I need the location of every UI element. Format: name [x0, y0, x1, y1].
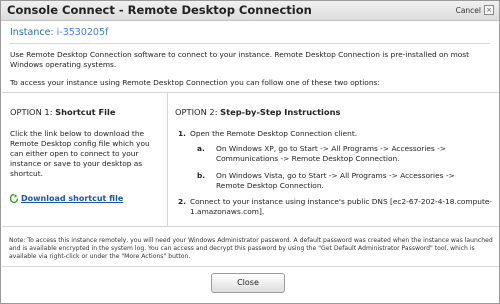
option2-heading: OPTION 2: Step-by-Step Instructions: [175, 107, 340, 117]
footer-divider: [2, 266, 499, 267]
option2-title: Step-by-Step Instructions: [220, 107, 341, 117]
download-shortcut-link[interactable]: Download shortcut file: [10, 194, 123, 203]
intro-paragraph: Use Remote Desktop Connection software t…: [10, 50, 470, 69]
option1-heading: OPTION 1: Shortcut File: [10, 107, 115, 117]
instance-heading: Instance: i-3530205f: [10, 27, 108, 38]
substep-letter: a.: [197, 144, 205, 153]
divider: [10, 43, 490, 44]
substep-text: On Windows XP, go to Start -> All Progra…: [216, 144, 446, 163]
step-number: 1.: [178, 129, 186, 138]
step-number: 2.: [178, 197, 186, 206]
intro-options-paragraph: To access your instance using Remote Des…: [10, 78, 380, 87]
option2-prefix: OPTION 2:: [175, 107, 218, 117]
step-text: Open the Remote Desktop Connection clien…: [190, 129, 358, 138]
instance-label: Instance:: [10, 27, 54, 38]
options-panel: OPTION 1: Shortcut File Click the link b…: [2, 92, 499, 227]
cancel-label: Cancel: [455, 5, 481, 15]
option1-title: Shortcut File: [55, 107, 116, 117]
dialog-titlebar: Console Connect - Remote Desktop Connect…: [1, 1, 499, 21]
column-divider: [167, 93, 168, 226]
dialog-title: Console Connect - Remote Desktop Connect…: [7, 3, 312, 17]
download-shortcut-label[interactable]: Download shortcut file: [21, 194, 123, 203]
close-button[interactable]: Close: [211, 273, 285, 293]
option1-description: Click the link below to download the Rem…: [10, 129, 150, 178]
substep-letter: b.: [197, 171, 206, 180]
option1-prefix: OPTION 1:: [10, 107, 53, 117]
close-icon[interactable]: ×: [484, 5, 494, 15]
admin-password-note: Note: To access this instance remotely, …: [9, 237, 493, 261]
remote-desktop-dialog: Console Connect - Remote Desktop Connect…: [0, 0, 500, 304]
cancel-button[interactable]: Cancel ×: [456, 5, 494, 15]
download-arrow-icon: [10, 194, 18, 203]
substep-text: On Windows Vista, go to Start -> All Pro…: [216, 171, 455, 190]
instance-id: i-3530205f: [56, 27, 109, 38]
step-text: Connect to your instance using instance'…: [190, 197, 493, 216]
